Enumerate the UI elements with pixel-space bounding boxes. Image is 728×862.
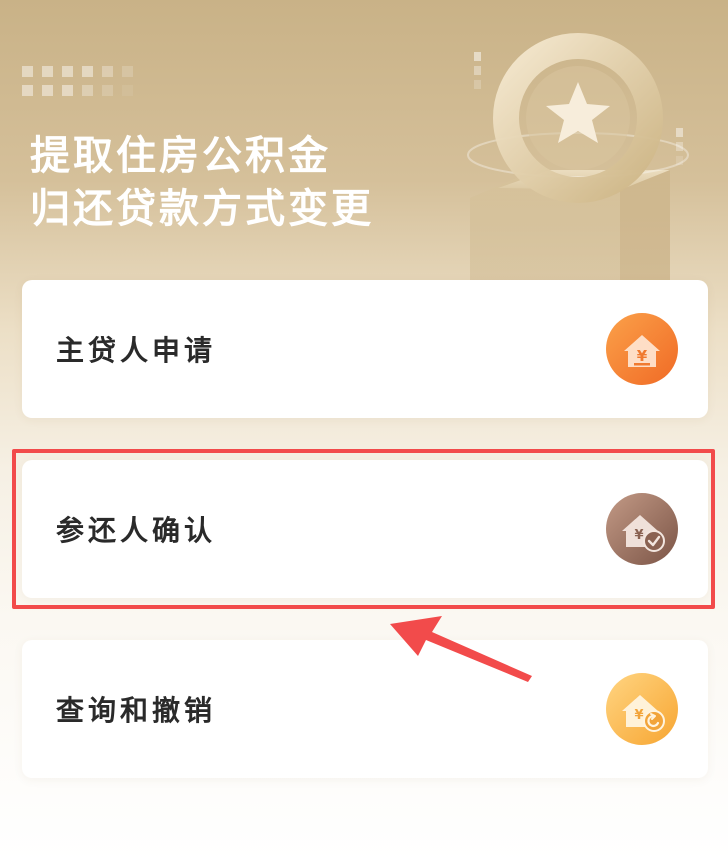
star-trophy-illustration [467, 33, 689, 290]
house-yuan-icon: ¥ [606, 313, 678, 385]
option-card-primary-borrower-apply[interactable]: 主贷人申请 ¥ [22, 280, 708, 418]
option-label: 查询和撤销 [56, 694, 217, 727]
highlight-box [12, 449, 715, 609]
option-label: 主贷人申请 [56, 334, 217, 367]
title-line-2: 归还贷款方式变更 [30, 186, 374, 232]
red-arrow-pointer [390, 616, 532, 682]
svg-text:¥: ¥ [634, 708, 643, 723]
page-title: 提取住房公积金 归还贷款方式变更 [30, 130, 374, 236]
title-line-1: 提取住房公积金 [30, 133, 331, 179]
decorative-dots [22, 66, 133, 96]
option-card-query-and-revoke[interactable]: 查询和撤销 ¥ [22, 640, 708, 778]
house-yuan-undo-icon: ¥ [606, 673, 678, 745]
svg-text:¥: ¥ [637, 347, 648, 365]
header-banner: 提取住房公积金 归还贷款方式变更 [0, 0, 728, 290]
